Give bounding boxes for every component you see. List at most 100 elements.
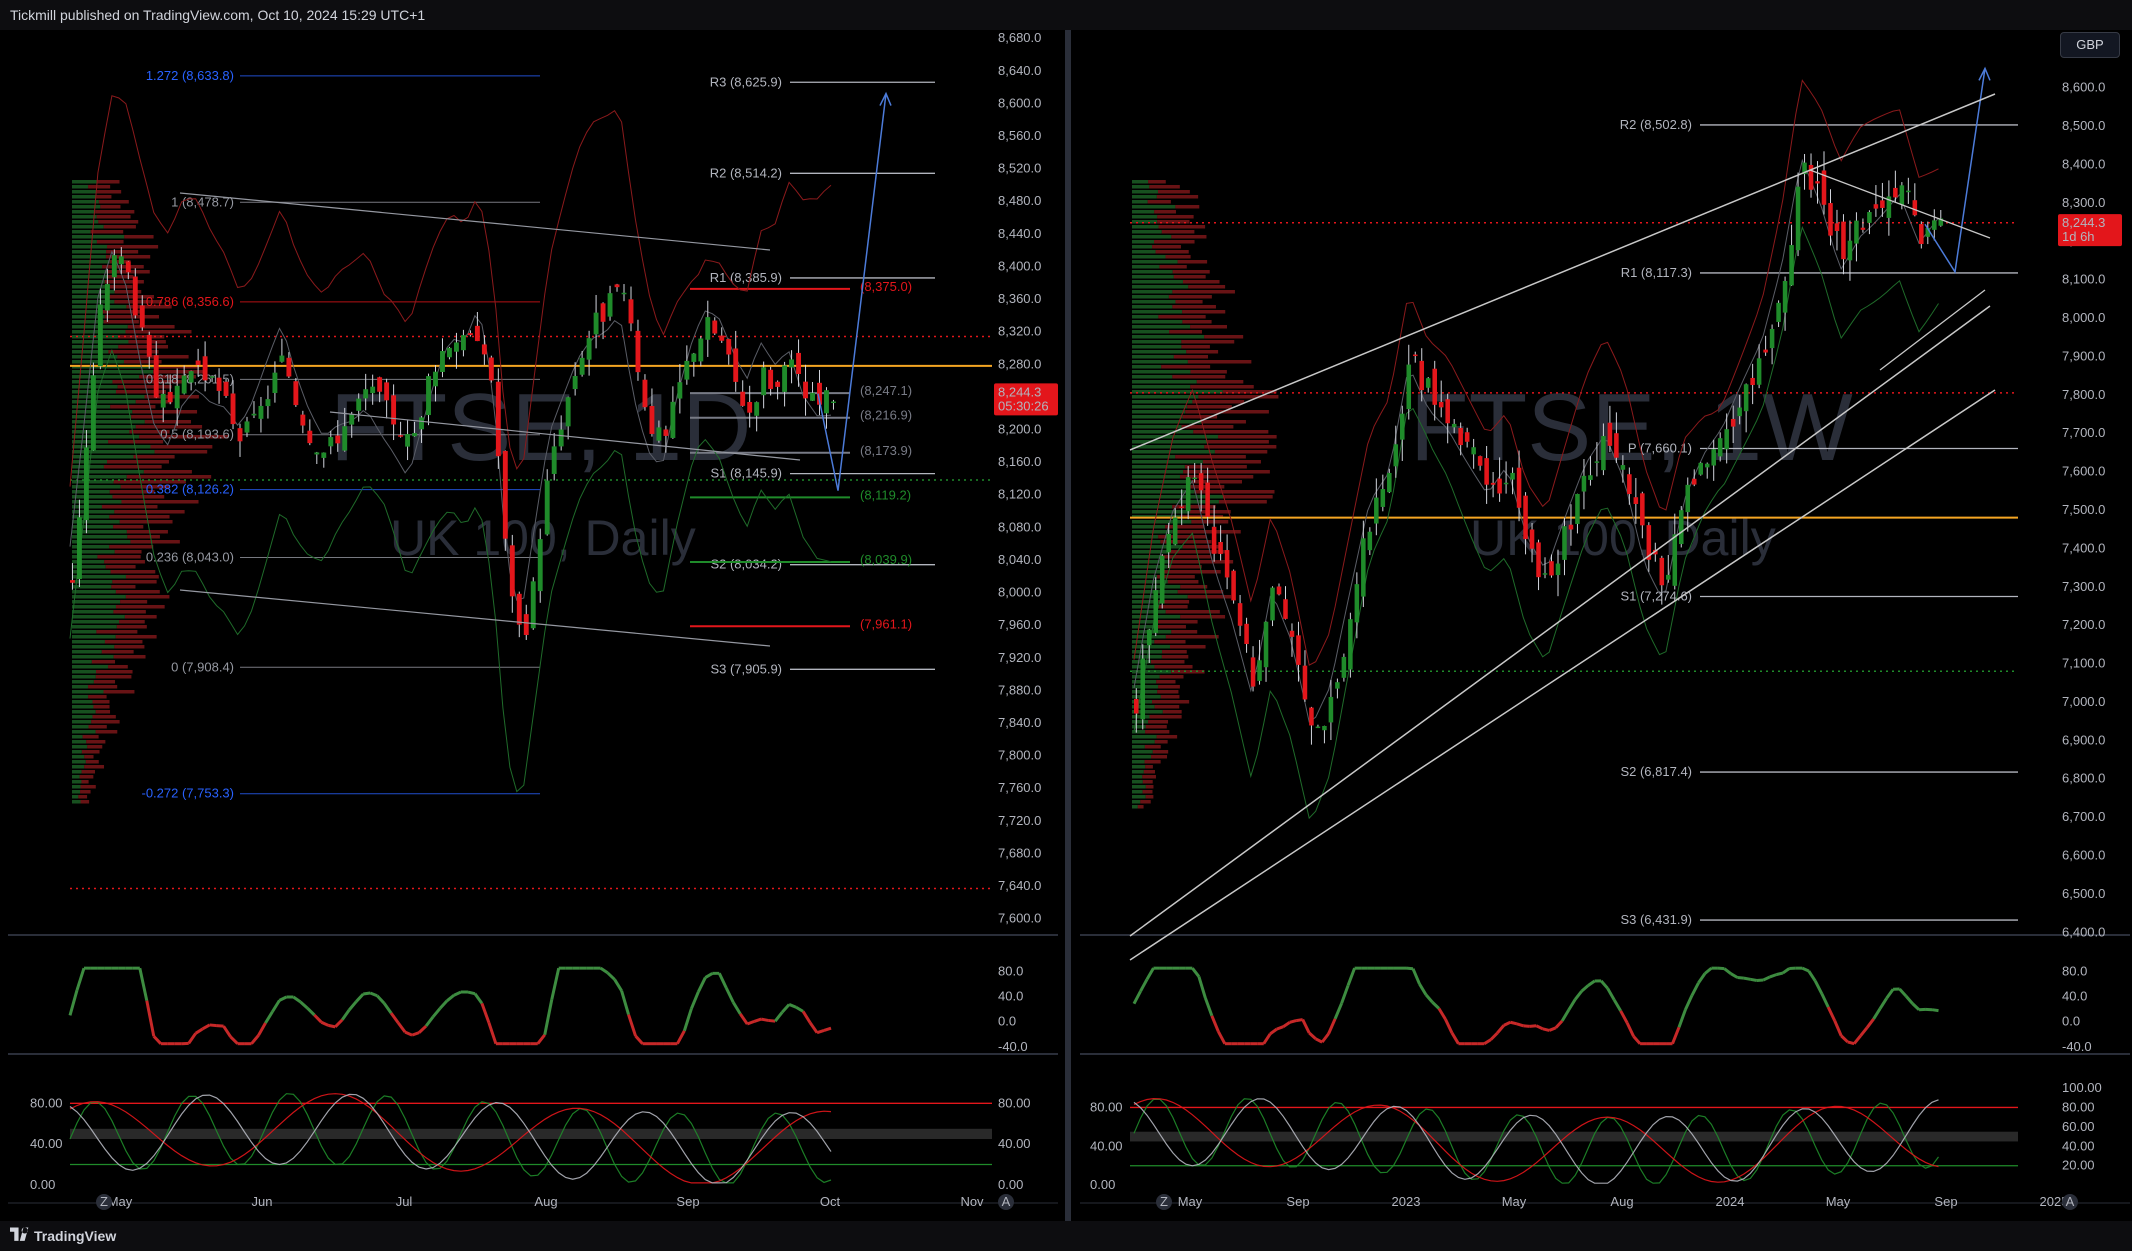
right-vp-bar-sell bbox=[1190, 370, 1227, 374]
right-candle-body bbox=[1438, 401, 1444, 408]
left-vp-bar-sell bbox=[125, 330, 192, 334]
left-vp-bar-buy bbox=[72, 455, 134, 459]
right-vp-bar-buy bbox=[1132, 355, 1174, 359]
right-candle-body bbox=[1588, 475, 1593, 480]
right-price-tick: 7,100.0 bbox=[2062, 656, 2105, 671]
left-vp-bar-sell bbox=[95, 675, 132, 679]
right-candle-body bbox=[1516, 467, 1522, 508]
right-vp-bar-buy bbox=[1132, 770, 1144, 774]
left-candle-body bbox=[237, 428, 243, 442]
left-vp-bar-buy bbox=[72, 285, 110, 289]
left-vp-bar-sell bbox=[119, 620, 145, 624]
left-vp-bar-buy bbox=[72, 695, 89, 699]
right-candle-body bbox=[1717, 438, 1723, 457]
left-candle-body bbox=[377, 377, 383, 392]
left-pivot-label-4: S2 (8,034.2) bbox=[710, 557, 782, 572]
right-stoch-tick-right: 100.00 bbox=[2062, 1080, 2102, 1095]
right-candle-body bbox=[1776, 302, 1781, 322]
charts-canvas[interactable]: FTSE, 1DUK 100, Daily1.272 (8,633.8)1 (8… bbox=[0, 30, 2132, 1221]
left-candle-body bbox=[481, 344, 487, 355]
right-price-tick: 7,300.0 bbox=[2062, 579, 2105, 594]
right-vp-bar-buy bbox=[1132, 210, 1155, 214]
left-vp-bar-sell bbox=[113, 655, 146, 659]
left-vp-bar-buy bbox=[72, 205, 101, 209]
left-time-tick: Nov bbox=[960, 1194, 984, 1209]
right-vp-bar-buy bbox=[1132, 745, 1145, 749]
left-price-tick: 7,680.0 bbox=[998, 845, 1041, 860]
right-candle-body bbox=[1419, 360, 1425, 391]
right-candle-body bbox=[1880, 200, 1885, 208]
left-fib-label-0: 1.272 (8,633.8) bbox=[146, 68, 234, 83]
left-vp-bar-sell bbox=[124, 615, 157, 619]
left-vp-bar-buy bbox=[72, 710, 96, 714]
left-vp-bar-buy bbox=[72, 425, 136, 429]
right-vp-bar-sell bbox=[1201, 420, 1246, 424]
right-vp-bar-buy bbox=[1132, 465, 1185, 469]
left-candle-body bbox=[363, 389, 369, 399]
right-time-tick: 2023 bbox=[1392, 1194, 1421, 1209]
right-candle-body bbox=[1782, 280, 1788, 313]
left-vp-bar-sell bbox=[103, 320, 139, 324]
left-vp-bar-sell bbox=[96, 190, 122, 194]
left-candle-body bbox=[523, 614, 529, 635]
left-candle-body bbox=[90, 375, 96, 451]
left-stoch-tick-left: 0.00 bbox=[30, 1177, 55, 1192]
right-vp-bar-sell bbox=[1157, 215, 1194, 219]
right-vp-bar-sell bbox=[1171, 235, 1207, 239]
left-rsi-segment bbox=[467, 990, 476, 996]
left-vp-bar-sell bbox=[115, 635, 157, 639]
left-vp-bar-buy bbox=[72, 485, 121, 489]
left-zoom-button: Z bbox=[96, 1194, 112, 1210]
right-candle-body bbox=[1237, 603, 1243, 626]
left-vp-bar-sell bbox=[91, 720, 120, 724]
left-price-tick: 7,800.0 bbox=[998, 748, 1041, 763]
left-vp-bar-buy bbox=[72, 630, 97, 634]
left-vp-bar-buy bbox=[72, 585, 112, 589]
left-vp-bar-sell bbox=[114, 550, 142, 554]
right-vp-bar-sell bbox=[1142, 780, 1153, 784]
left-side-label-0: (8,375.0) bbox=[860, 279, 912, 294]
right-vp-bar-sell bbox=[1148, 720, 1169, 724]
left-vp-bar-buy bbox=[72, 800, 81, 804]
left-bar-countdown: 05:30:26 bbox=[998, 398, 1049, 413]
left-candle-body bbox=[70, 580, 75, 583]
left-price-tick: 7,640.0 bbox=[998, 878, 1041, 893]
left-vp-bar-buy bbox=[72, 600, 121, 604]
left-candle-body bbox=[97, 304, 103, 367]
right-candle-body bbox=[1205, 482, 1210, 517]
right-vp-bar-sell bbox=[1159, 265, 1187, 269]
left-candle-body bbox=[684, 360, 690, 380]
left-fib-label-8: -0.272 (7,753.3) bbox=[141, 786, 234, 801]
left-vp-bar-buy bbox=[72, 345, 119, 349]
right-vp-bar-sell bbox=[1145, 795, 1154, 799]
left-vp-bar-buy bbox=[72, 675, 96, 679]
left-vp-bar-buy bbox=[72, 595, 126, 599]
right-vp-bar-buy bbox=[1132, 335, 1205, 339]
left-vp-bar-sell bbox=[101, 650, 134, 654]
right-candle-body bbox=[1315, 726, 1321, 729]
right-vp-bar-buy bbox=[1132, 775, 1143, 779]
right-watermark-symbol: FTSE, 1W bbox=[1410, 374, 1853, 481]
right-candle-body bbox=[1367, 531, 1373, 551]
right-candle-body bbox=[1815, 181, 1820, 184]
right-price-tick: 7,700.0 bbox=[2062, 425, 2105, 440]
currency-badge[interactable]: GBP bbox=[2060, 32, 2120, 58]
left-vp-bar-sell bbox=[110, 570, 156, 574]
left-time-tick: Jun bbox=[252, 1194, 273, 1209]
left-candle-body bbox=[272, 372, 278, 393]
right-vp-bar-buy bbox=[1132, 365, 1162, 369]
left-price-tick: 8,000.0 bbox=[998, 585, 1041, 600]
left-candle-body bbox=[370, 386, 376, 394]
right-vp-bar-sell bbox=[1162, 555, 1211, 559]
left-vp-bar-sell bbox=[114, 645, 145, 649]
right-price-tick: 6,900.0 bbox=[2062, 732, 2105, 747]
left-candle-body bbox=[656, 427, 662, 441]
right-vp-bar-sell bbox=[1204, 335, 1244, 339]
right-price-tick: 7,800.0 bbox=[2062, 387, 2105, 402]
left-vp-bar-sell bbox=[112, 580, 157, 584]
left-vp-bar-sell bbox=[96, 240, 124, 244]
right-vp-bar-buy bbox=[1132, 190, 1158, 194]
tradingview-logo-icon[interactable] bbox=[10, 1227, 32, 1245]
left-candle-body bbox=[565, 397, 571, 427]
left-vp-bar-buy bbox=[72, 640, 105, 644]
